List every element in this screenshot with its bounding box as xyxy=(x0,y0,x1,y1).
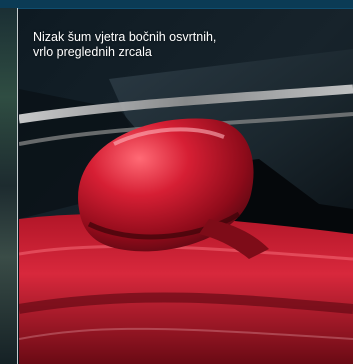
feature-caption: Nizak šum vjetra bočnih osvrtnih, vrlo p… xyxy=(33,30,217,59)
product-feature-panel: Nizak šum vjetra bočnih osvrtnih, vrlo p… xyxy=(0,0,353,364)
top-accent-bar xyxy=(0,0,353,9)
side-mirror-photo: Nizak šum vjetra bočnih osvrtnih, vrlo p… xyxy=(19,9,353,364)
left-thumbnail-strip xyxy=(0,8,18,364)
side-mirror-illustration xyxy=(19,9,353,364)
